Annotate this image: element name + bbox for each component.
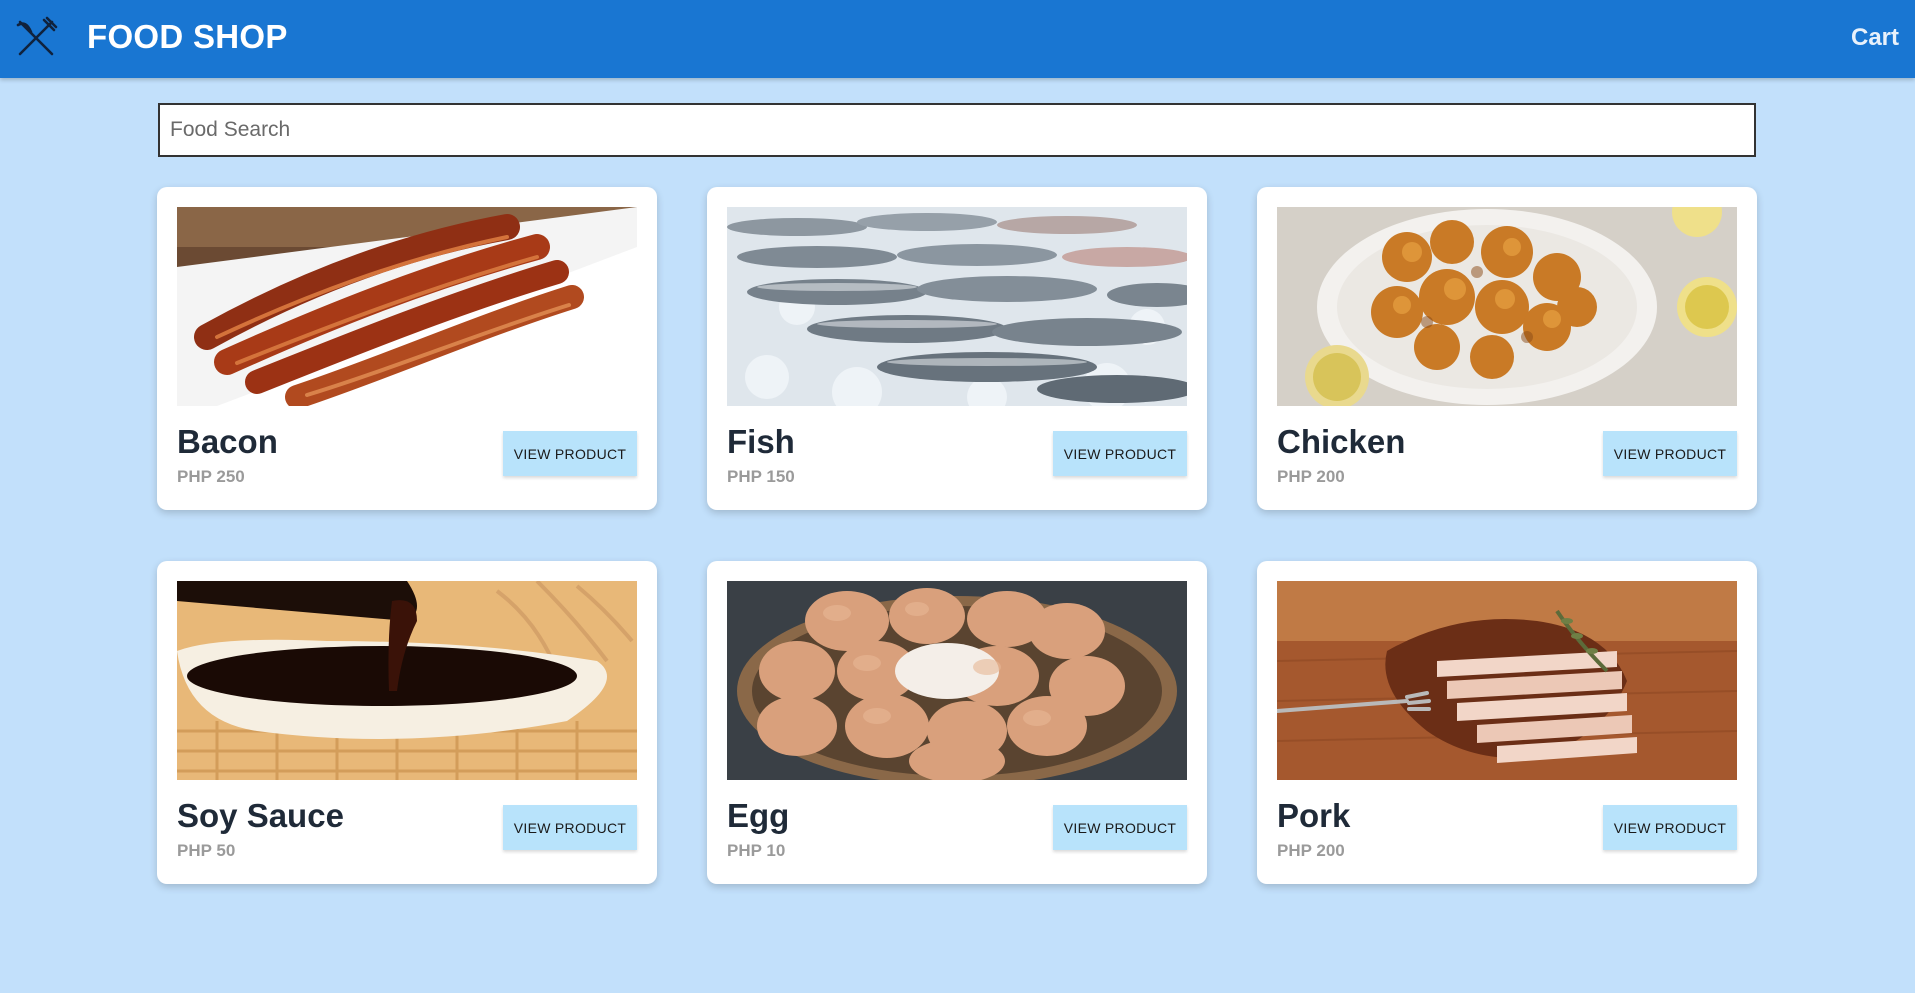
product-price: PHP 10: [727, 841, 786, 860]
pork-image: [1277, 581, 1737, 780]
brand-title[interactable]: FOOD SHOP: [87, 18, 288, 56]
product-card: Pork PHP 200 VIEW PRODUCT: [1257, 561, 1757, 884]
product-price: PHP 250: [177, 467, 245, 486]
product-card: Egg PHP 10 VIEW PRODUCT: [707, 561, 1207, 884]
soy-sauce-image: [177, 581, 637, 780]
product-card: Fish PHP 150 VIEW PRODUCT: [707, 187, 1207, 510]
view-product-button[interactable]: VIEW PRODUCT: [1053, 805, 1187, 850]
chicken-image: [1277, 207, 1737, 406]
food-search-input[interactable]: [158, 103, 1756, 157]
product-name: Pork: [1277, 797, 1351, 834]
view-product-button[interactable]: VIEW PRODUCT: [1603, 431, 1737, 476]
view-product-button[interactable]: VIEW PRODUCT: [1053, 431, 1187, 476]
fork-knife-icon[interactable]: [14, 16, 58, 60]
product-name: Bacon: [177, 423, 278, 460]
product-card: Bacon PHP 250 VIEW PRODUCT: [157, 187, 657, 510]
product-price: PHP 150: [727, 467, 795, 486]
cart-link[interactable]: Cart: [1851, 24, 1899, 52]
product-price: PHP 50: [177, 841, 236, 860]
view-product-button[interactable]: VIEW PRODUCT: [1603, 805, 1737, 850]
product-name: Fish: [727, 423, 795, 460]
view-product-button[interactable]: VIEW PRODUCT: [503, 805, 637, 850]
navbar: FOOD SHOP Cart: [0, 0, 1915, 78]
view-product-button[interactable]: VIEW PRODUCT: [503, 431, 637, 476]
fish-image: [727, 207, 1187, 406]
product-card: Soy Sauce PHP 50 VIEW PRODUCT: [157, 561, 657, 884]
product-card: Chicken PHP 200 VIEW PRODUCT: [1257, 187, 1757, 510]
product-price: PHP 200: [1277, 841, 1345, 860]
product-price: PHP 200: [1277, 467, 1345, 486]
bacon-image: [177, 207, 637, 406]
product-name: Soy Sauce: [177, 797, 344, 834]
product-name: Egg: [727, 797, 790, 834]
egg-image: [727, 581, 1187, 780]
product-name: Chicken: [1277, 423, 1406, 460]
